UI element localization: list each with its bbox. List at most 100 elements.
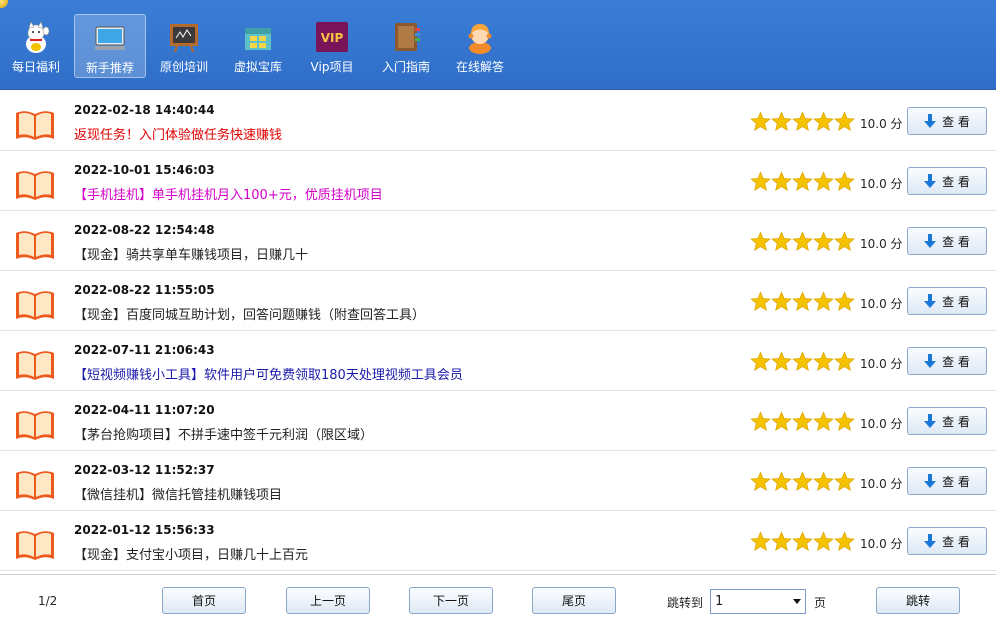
item-date: 2022-07-11 21:06:43: [74, 343, 215, 357]
star-icon: [750, 471, 771, 492]
rating-stars: [750, 171, 855, 192]
page-suffix-label: 页: [814, 596, 827, 610]
view-button-label: 查 看: [942, 474, 970, 489]
star-icon: [792, 291, 813, 312]
star-icon: [813, 171, 834, 192]
download-arrow-icon: [924, 294, 937, 308]
star-icon: [792, 531, 813, 552]
item-score: 10.0 分: [860, 417, 903, 431]
download-arrow-icon: [924, 414, 937, 428]
view-button-label: 查 看: [942, 294, 970, 309]
list-item: 2022-10-01 15:46:03 【手机挂机】单手机挂机月入100+元，优质…: [0, 151, 996, 211]
book-icon: [16, 531, 54, 560]
star-icon: [771, 351, 792, 372]
star-icon: [792, 411, 813, 432]
list-item: 2022-01-12 15:56:33 【现金】支付宝小项目，日赚几十上百元 10.…: [0, 511, 996, 571]
star-icon: [792, 471, 813, 492]
nav-item-daily-welfare[interactable]: 每日福利: [0, 14, 72, 78]
star-icon: [750, 531, 771, 552]
view-button[interactable]: 查 看: [907, 227, 987, 255]
item-title-link[interactable]: 【现金】骑共享单车赚钱项目，日赚几十: [74, 244, 308, 263]
download-arrow-icon: [924, 534, 937, 548]
view-button[interactable]: 查 看: [907, 407, 987, 435]
item-title-link[interactable]: 【微信挂机】微信托管挂机赚钱项目: [74, 484, 282, 503]
star-icon: [834, 231, 855, 252]
nav-item-online-answer[interactable]: 在线解答: [444, 14, 516, 78]
book-icon: [16, 471, 54, 500]
star-icon: [813, 111, 834, 132]
next-page-button[interactable]: 下一页: [409, 587, 493, 614]
app-status-dot-icon: [0, 0, 8, 8]
pagination-bar: 1/2 首页 上一页 下一页 尾页 跳转到 1 页 跳转: [0, 574, 996, 620]
item-title-link[interactable]: 【现金】支付宝小项目，日赚几十上百元: [74, 544, 308, 563]
nav-item-original-training[interactable]: 原创培训: [148, 14, 220, 78]
star-icon: [834, 111, 855, 132]
item-date: 2022-10-01 15:46:03: [74, 163, 215, 177]
page-select[interactable]: 1: [710, 589, 806, 614]
item-title-link[interactable]: 【茅台抢购项目】不拼手速中签千元利润（限区域）: [74, 424, 373, 443]
item-date: 2022-08-22 11:55:05: [74, 283, 215, 297]
nav-item-virtual-treasury[interactable]: 虚拟宝库: [222, 14, 294, 78]
view-button[interactable]: 查 看: [907, 287, 987, 315]
view-button[interactable]: 查 看: [907, 347, 987, 375]
nav-item-label: Vip项目: [310, 60, 354, 74]
treasure-box-icon: [245, 28, 271, 50]
star-icon: [771, 111, 792, 132]
nav-item-vip-project[interactable]: VIP Vip项目: [296, 14, 368, 78]
item-title-link[interactable]: 【现金】百度同城互助计划，回答问题赚钱（附查回答工具）: [74, 304, 425, 323]
download-arrow-icon: [924, 234, 937, 248]
list-item: 2022-02-18 14:40:44 返现任务！入门体验做任务快速赚钱 10.0 …: [0, 91, 996, 151]
book-icon: [16, 231, 54, 260]
star-icon: [771, 171, 792, 192]
item-date: 2022-04-11 11:07:20: [74, 403, 215, 417]
item-date: 2022-01-12 15:56:33: [74, 523, 215, 537]
last-page-button[interactable]: 尾页: [532, 587, 616, 614]
star-icon: [750, 291, 771, 312]
nav-item-beginner-guide[interactable]: 入门指南: [370, 14, 442, 78]
star-icon: [750, 411, 771, 432]
book-icon: [16, 411, 54, 440]
item-title-link[interactable]: 【手机挂机】单手机挂机月入100+元，优质挂机项目: [74, 184, 383, 203]
item-title-link[interactable]: 返现任务！入门体验做任务快速赚钱: [74, 124, 282, 143]
view-button[interactable]: 查 看: [907, 107, 987, 135]
page-select-value: 1: [715, 594, 724, 609]
download-arrow-icon: [924, 474, 937, 488]
book-icon: [16, 351, 54, 380]
item-date: 2022-02-18 14:40:44: [74, 103, 215, 117]
list-item: 2022-07-11 21:06:43 【短视频赚钱小工具】软件用户可免费领取18…: [0, 331, 996, 391]
nav-item-beginner-recommend[interactable]: 新手推荐: [74, 14, 146, 78]
chalkboard-icon: [170, 24, 198, 53]
go-button[interactable]: 跳转: [876, 587, 960, 614]
star-icon: [834, 171, 855, 192]
star-icon: [834, 471, 855, 492]
star-icon: [771, 531, 792, 552]
view-button[interactable]: 查 看: [907, 167, 987, 195]
list-item: 2022-03-12 11:52:37 【微信挂机】微信托管挂机赚钱项目 10.0 …: [0, 451, 996, 511]
rating-stars: [750, 351, 855, 372]
view-button-label: 查 看: [942, 534, 970, 549]
item-title-link[interactable]: 【短视频赚钱小工具】软件用户可免费领取180天处理视频工具会员: [74, 364, 463, 383]
star-icon: [771, 231, 792, 252]
top-toolbar: 每日福利 新手推荐 原创培训 虚拟宝库 VIP Vip项目 入门指南 在线解答: [0, 0, 996, 90]
support-agent-icon: [468, 24, 492, 54]
rating-stars: [750, 531, 855, 552]
view-button[interactable]: 查 看: [907, 527, 987, 555]
star-icon: [771, 471, 792, 492]
star-icon: [813, 531, 834, 552]
view-button[interactable]: 查 看: [907, 467, 987, 495]
star-icon: [792, 111, 813, 132]
star-icon: [771, 291, 792, 312]
rating-stars: [750, 411, 855, 432]
rating-stars: [750, 291, 855, 312]
nav-item-label: 每日福利: [11, 60, 60, 74]
first-page-button[interactable]: 首页: [162, 587, 246, 614]
star-icon: [750, 351, 771, 372]
nav-item-label: 虚拟宝库: [233, 60, 282, 74]
nav-item-label: 原创培训: [159, 60, 208, 74]
prev-page-button[interactable]: 上一页: [286, 587, 370, 614]
star-icon: [750, 171, 771, 192]
star-icon: [813, 231, 834, 252]
lucky-cat-icon: [26, 21, 50, 53]
item-date: 2022-03-12 11:52:37: [74, 463, 215, 477]
star-icon: [792, 231, 813, 252]
